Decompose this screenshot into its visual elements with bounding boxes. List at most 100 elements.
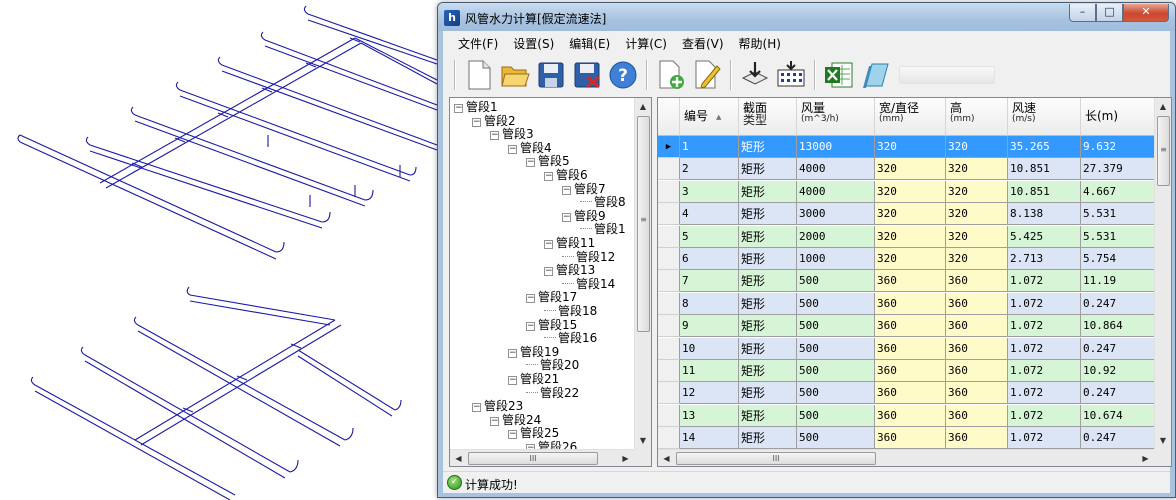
- cell-id[interactable]: 3: [680, 180, 739, 203]
- tree-collapse-icon[interactable]: −: [562, 185, 571, 195]
- cell-length[interactable]: 5.531: [1081, 225, 1158, 248]
- tree-collapse-icon[interactable]: −: [544, 240, 553, 249]
- cell-length[interactable]: 0.247: [1081, 427, 1158, 450]
- cell-id[interactable]: 11: [680, 360, 739, 382]
- cell-speed[interactable]: 1.072: [1008, 315, 1081, 338]
- tree-vscroll-thumb[interactable]: ≡: [637, 116, 650, 332]
- tree-collapse-icon[interactable]: −: [508, 348, 517, 358]
- tree-item[interactable]: 管段14: [562, 277, 615, 291]
- cell-width[interactable]: 320: [875, 158, 946, 181]
- tree-item[interactable]: − 管段19: [508, 345, 559, 359]
- tree-collapse-icon[interactable]: −: [508, 430, 517, 440]
- cell-type[interactable]: 矩形: [739, 248, 797, 270]
- tree-collapse-icon[interactable]: −: [544, 267, 553, 277]
- cell-width[interactable]: 360: [875, 292, 946, 315]
- save-as-icon[interactable]: [571, 59, 603, 91]
- table-row[interactable]: 11 矩形 500 360 360 1.072 10.92: [658, 360, 1158, 382]
- cell-width[interactable]: 320: [875, 248, 946, 270]
- cell-id[interactable]: 14: [680, 427, 739, 450]
- cell-flow[interactable]: 500: [797, 337, 875, 360]
- cell-flow[interactable]: 4000: [797, 158, 875, 181]
- col-header-id[interactable]: 编号 ▲: [680, 98, 739, 136]
- cell-id[interactable]: 4: [680, 203, 739, 226]
- menu-calculate[interactable]: 计算(C): [620, 35, 677, 52]
- table-row[interactable]: 9 矩形 500 360 360 1.072 10.864: [658, 315, 1158, 338]
- cell-flow[interactable]: 500: [797, 404, 875, 427]
- tree-item[interactable]: − 管段3: [490, 127, 534, 141]
- row-header[interactable]: [658, 180, 680, 203]
- cell-speed[interactable]: 1.072: [1008, 382, 1081, 405]
- row-header[interactable]: [658, 382, 680, 405]
- cell-id[interactable]: 7: [680, 270, 739, 293]
- tree-item[interactable]: − 管段2: [472, 114, 516, 128]
- cell-speed[interactable]: 1.072: [1008, 360, 1081, 382]
- cell-type[interactable]: 矩形: [739, 203, 797, 226]
- edit-icon[interactable]: [691, 59, 723, 91]
- cell-flow[interactable]: 500: [797, 292, 875, 315]
- tree-hscroll-thumb[interactable]: III: [468, 452, 598, 465]
- table-row[interactable]: 5 矩形 2000 320 320 5.425 5.531: [658, 225, 1158, 248]
- tree-item[interactable]: − 管段15: [526, 318, 577, 332]
- row-header[interactable]: [658, 404, 680, 427]
- cell-type[interactable]: 矩形: [739, 360, 797, 382]
- cell-flow[interactable]: 500: [797, 427, 875, 450]
- cell-height[interactable]: 360: [946, 427, 1008, 450]
- cell-type[interactable]: 矩形: [739, 292, 797, 315]
- cell-width[interactable]: 360: [875, 427, 946, 450]
- cell-id[interactable]: 2: [680, 158, 739, 181]
- tree-collapse-icon[interactable]: −: [472, 403, 481, 413]
- cell-type[interactable]: 矩形: [739, 404, 797, 427]
- grid-vscroll-thumb[interactable]: ≡: [1157, 116, 1170, 186]
- tree-collapse-icon[interactable]: −: [526, 321, 535, 331]
- table-row[interactable]: 3 矩形 4000 320 320 10.851 4.667: [658, 180, 1158, 203]
- tree-item[interactable]: 管段22: [526, 386, 579, 400]
- tree-item[interactable]: 管段16: [544, 331, 597, 345]
- table-row[interactable]: ▶ 1 矩形 13000 320 320 35.265 9.632: [658, 136, 1158, 158]
- cell-flow[interactable]: 4000: [797, 180, 875, 203]
- row-header[interactable]: [658, 292, 680, 315]
- tree-item[interactable]: − 管段25: [508, 426, 559, 440]
- cell-width[interactable]: 360: [875, 382, 946, 405]
- tree-item[interactable]: − 管段5: [526, 154, 570, 168]
- menu-help[interactable]: 帮助(H): [734, 35, 791, 52]
- cell-length[interactable]: 0.247: [1081, 337, 1158, 360]
- tree-collapse-icon[interactable]: −: [526, 158, 535, 168]
- tree-item[interactable]: − 管段23: [472, 399, 523, 413]
- excel-icon[interactable]: [823, 59, 855, 91]
- cell-length[interactable]: 11.19: [1081, 270, 1158, 293]
- table-row[interactable]: 7 矩形 500 360 360 1.072 11.19: [658, 270, 1158, 293]
- cell-speed[interactable]: 8.138: [1008, 203, 1081, 226]
- cell-flow[interactable]: 500: [797, 315, 875, 338]
- cell-width[interactable]: 360: [875, 337, 946, 360]
- cell-type[interactable]: 矩形: [739, 337, 797, 360]
- cell-type[interactable]: 矩形: [739, 180, 797, 203]
- scroll-right-icon[interactable]: ▶: [1137, 450, 1154, 466]
- calculate-icon[interactable]: [775, 59, 807, 91]
- tree-item[interactable]: − 管段7: [562, 182, 606, 196]
- cell-type[interactable]: 矩形: [739, 270, 797, 293]
- row-header[interactable]: [658, 248, 680, 270]
- tree-collapse-icon[interactable]: −: [490, 131, 499, 141]
- scroll-up-icon[interactable]: ▲: [635, 98, 651, 115]
- new-document-icon[interactable]: [463, 59, 495, 91]
- table-row[interactable]: 12 矩形 500 360 360 1.072 0.247: [658, 382, 1158, 405]
- cell-height[interactable]: 360: [946, 404, 1008, 427]
- cell-id[interactable]: 6: [680, 248, 739, 270]
- tree-item[interactable]: − 管段4: [508, 141, 552, 155]
- cell-height[interactable]: 360: [946, 270, 1008, 293]
- close-button[interactable]: ✕: [1123, 4, 1169, 22]
- col-header-type[interactable]: 截面 类型: [739, 98, 797, 136]
- cell-height[interactable]: 360: [946, 315, 1008, 338]
- table-row[interactable]: 2 矩形 4000 320 320 10.851 27.379: [658, 158, 1158, 181]
- table-row[interactable]: 8 矩形 500 360 360 1.072 0.247: [658, 292, 1158, 315]
- cell-id[interactable]: 13: [680, 404, 739, 427]
- table-row[interactable]: 14 矩形 500 360 360 1.072 0.247: [658, 427, 1158, 450]
- tree-item[interactable]: − 管段21: [508, 372, 559, 386]
- cell-id[interactable]: 5: [680, 225, 739, 248]
- row-header[interactable]: [658, 158, 680, 181]
- cell-width[interactable]: 320: [875, 203, 946, 226]
- cell-speed[interactable]: 2.713: [1008, 248, 1081, 270]
- menu-view[interactable]: 查看(V): [677, 35, 734, 52]
- add-page-icon[interactable]: [655, 59, 687, 91]
- cell-height[interactable]: 320: [946, 158, 1008, 181]
